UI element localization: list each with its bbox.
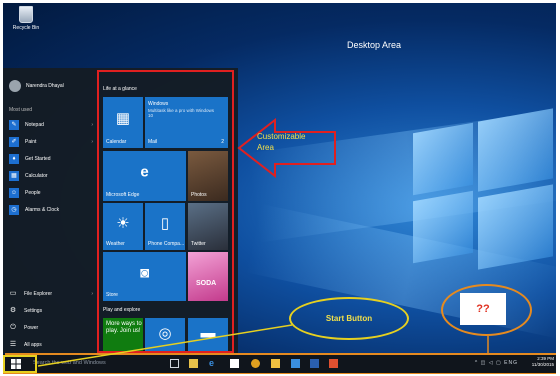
user-account[interactable]: Narendra Dhayal xyxy=(9,80,64,92)
start-menu-left-column: Narendra Dhayal Most used ✎ Notepad › ✐ … xyxy=(3,68,98,353)
customizable-area-highlight xyxy=(97,70,234,353)
app-item-notepad[interactable]: ✎ Notepad › xyxy=(9,120,93,130)
app-item-paint[interactable]: ✐ Paint › xyxy=(9,137,93,147)
chevron-right-icon[interactable]: › xyxy=(91,122,93,128)
volume-icon[interactable]: ◁ xyxy=(489,360,494,366)
windows-logo-pane xyxy=(413,190,473,264)
app-taskbar-icon[interactable] xyxy=(310,359,319,368)
customizable-area-label: Customizable Area xyxy=(257,131,305,153)
search-input[interactable]: Search the web and Windows xyxy=(27,356,157,371)
windows-logo-pane xyxy=(413,122,473,196)
start-button-callout: Start Button xyxy=(289,297,409,340)
language-indicator[interactable]: ENG xyxy=(504,360,518,366)
app-label: People xyxy=(25,190,41,196)
start-button-callout-label: Start Button xyxy=(325,314,373,323)
settings-label: Settings xyxy=(24,308,43,314)
app-item-calculator[interactable]: ▦ Calculator xyxy=(9,171,93,181)
app-label: Paint xyxy=(25,139,37,145)
settings-item[interactable]: ⚙ Settings xyxy=(9,307,93,315)
app-item-people[interactable]: ☺ People xyxy=(9,188,93,198)
power-label: Power xyxy=(24,325,39,331)
app-item-alarms[interactable]: ◷ Alarms & Clock xyxy=(9,205,93,215)
customizable-label-line2: Area xyxy=(257,143,274,152)
recycle-bin[interactable]: Recycle Bin xyxy=(6,6,46,31)
chrome-icon[interactable] xyxy=(251,359,260,368)
chevron-up-icon[interactable]: ^ xyxy=(475,360,478,366)
app-taskbar-icon[interactable] xyxy=(291,359,300,368)
windows-logo-pane xyxy=(478,184,553,270)
system-tray-icons[interactable]: ^ ◫ ◁ ▢ ENG xyxy=(475,360,518,366)
desktop-area-label: Desktop Area xyxy=(347,40,402,50)
recycle-bin-icon xyxy=(19,6,33,23)
notification-icon[interactable]: ▢ xyxy=(496,360,502,366)
edge-taskbar-icon[interactable]: e xyxy=(209,359,218,368)
file-explorer-icon[interactable] xyxy=(189,359,198,368)
store-taskbar-icon[interactable] xyxy=(230,359,239,368)
all-apps-item[interactable]: ☰ All apps xyxy=(9,341,93,349)
app-label: Alarms & Clock xyxy=(25,207,60,213)
all-apps-icon: ☰ xyxy=(9,341,17,348)
network-icon[interactable]: ◫ xyxy=(481,360,487,366)
folder-icon: ▭ xyxy=(9,290,17,297)
gear-icon: ⚙ xyxy=(9,307,17,314)
paint-icon: ✐ xyxy=(9,137,19,147)
notepad-icon: ✎ xyxy=(9,120,19,130)
folder-taskbar-icon[interactable] xyxy=(271,359,280,368)
app-label: Notepad xyxy=(25,122,44,128)
question-label: ?? xyxy=(460,293,506,325)
user-name: Narendra Dhayal xyxy=(26,83,64,89)
customizable-label-line1: Customizable xyxy=(257,132,306,141)
chevron-right-icon[interactable]: › xyxy=(91,291,93,297)
taskbar-highlight-top xyxy=(5,353,556,355)
chevron-right-icon[interactable]: › xyxy=(91,139,93,145)
start-button-highlight xyxy=(3,355,37,373)
taskbar-highlight-bottom xyxy=(3,373,556,374)
alarm-icon: ◷ xyxy=(9,205,19,215)
all-apps-label: All apps xyxy=(24,342,42,348)
app-item-get-started[interactable]: ♦ Get Started xyxy=(9,154,93,164)
task-view-icon[interactable] xyxy=(170,359,179,368)
power-item[interactable]: ⏻ Power xyxy=(9,324,93,332)
most-used-label: Most used xyxy=(9,107,33,113)
file-explorer-label: File Explorer xyxy=(24,291,53,297)
calculator-icon: ▦ xyxy=(9,171,19,181)
clock[interactable]: 2:39 PM 11/30/2015 xyxy=(532,356,554,368)
power-icon: ⏻ xyxy=(10,324,16,331)
file-explorer-item[interactable]: ▭ File Explorer › xyxy=(9,290,93,298)
clock-date: 11/30/2015 xyxy=(531,362,554,367)
windows-logo-pane xyxy=(478,108,553,192)
avatar xyxy=(9,80,21,92)
people-icon: ☺ xyxy=(9,188,19,198)
recycle-bin-label: Recycle Bin xyxy=(12,25,40,31)
app-taskbar-icon[interactable] xyxy=(329,359,338,368)
app-label: Calculator xyxy=(25,173,48,179)
taskbar: Search the web and Windows e ^ ◫ ◁ ▢ ENG… xyxy=(3,354,556,373)
get-started-icon: ♦ xyxy=(9,154,19,164)
app-label: Get Started xyxy=(25,156,51,162)
